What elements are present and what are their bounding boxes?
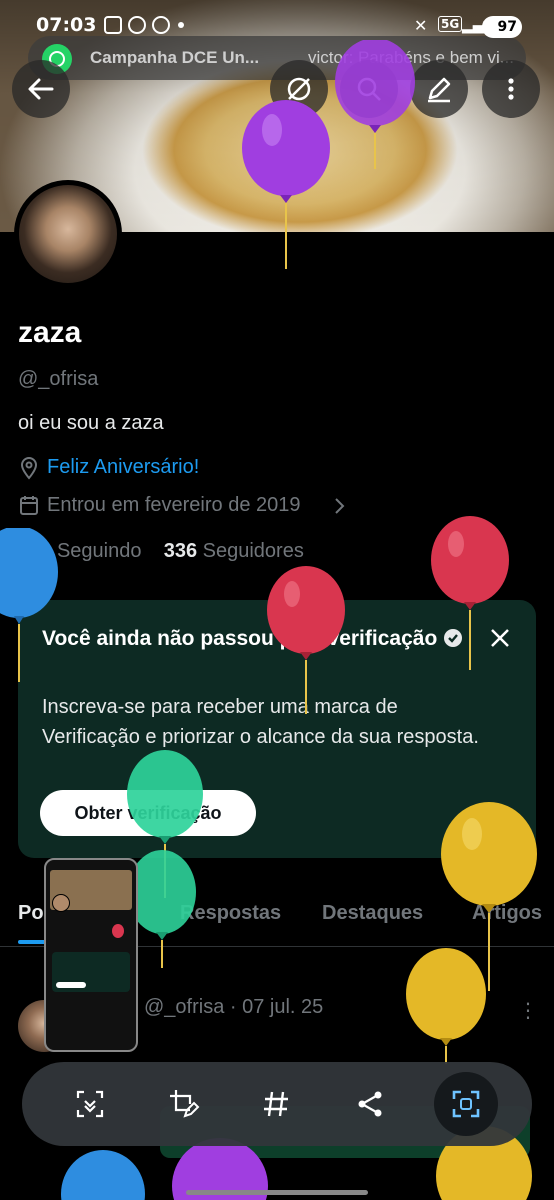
hashtag-button[interactable] bbox=[254, 1082, 298, 1126]
location-icon bbox=[20, 456, 38, 480]
back-button[interactable] bbox=[12, 60, 70, 118]
followers-count: 336 bbox=[163, 540, 198, 562]
status-bar: 07:03 ✕ 5G ▂▄▆ 97 bbox=[0, 0, 554, 44]
balloon-purple-decoration bbox=[242, 100, 330, 269]
notification-title: Campanha DCE Un... bbox=[90, 48, 260, 67]
scroll-capture-icon bbox=[76, 1090, 104, 1118]
share-button[interactable] bbox=[348, 1082, 392, 1126]
scroll-capture-button[interactable] bbox=[68, 1082, 112, 1126]
share-icon bbox=[358, 1091, 382, 1117]
battery-level: 97 bbox=[482, 16, 522, 38]
dot-icon bbox=[178, 22, 184, 28]
verification-body: Inscreva-se para receber uma marca de Ve… bbox=[42, 696, 479, 748]
smart-select-icon bbox=[452, 1090, 480, 1118]
more-vertical-icon bbox=[508, 78, 514, 100]
crop-edit-icon bbox=[170, 1090, 200, 1118]
status-time: 07:03 bbox=[36, 14, 97, 36]
balloon-blue-decoration bbox=[61, 1150, 145, 1200]
following-label: Seguindo bbox=[56, 540, 142, 562]
balloon-purple-decoration bbox=[335, 40, 415, 169]
edit-icon bbox=[428, 77, 451, 103]
balloon-red-decoration bbox=[267, 566, 345, 714]
avatar-photo bbox=[19, 185, 117, 283]
profile-bio: oi eu sou a zaza bbox=[18, 412, 164, 434]
balloon-red-decoration bbox=[431, 516, 509, 670]
post-more-icon[interactable]: ⋮ bbox=[518, 998, 538, 1022]
profile-name: zaza bbox=[18, 316, 82, 349]
screenshot-toolbar bbox=[22, 1062, 532, 1146]
post-meta: @_ofrisa · 07 jul. 25 bbox=[144, 996, 324, 1018]
mute-icon: ✕ bbox=[414, 16, 428, 35]
screenshot-preview[interactable] bbox=[44, 858, 138, 1052]
profile-location[interactable]: Feliz Aniversário! bbox=[47, 456, 199, 479]
screenshot-icon bbox=[104, 16, 122, 34]
more-button[interactable] bbox=[482, 60, 540, 118]
crop-edit-button[interactable] bbox=[162, 1082, 206, 1126]
calendar-icon bbox=[20, 496, 38, 515]
followers-label: Seguidores bbox=[202, 540, 304, 562]
profile-joined: Entrou em fevereiro de 2019 bbox=[47, 494, 301, 516]
tab-highlights[interactable]: Destaques bbox=[322, 902, 423, 925]
back-arrow-icon bbox=[28, 78, 54, 100]
whatsapp-status-icon bbox=[128, 16, 146, 34]
gesture-nav-bar[interactable] bbox=[186, 1190, 368, 1195]
hashtag-icon bbox=[264, 1091, 288, 1117]
network-type: 5G bbox=[438, 16, 463, 32]
profile-handle: @_ofrisa bbox=[18, 368, 99, 390]
verification-title: Você ainda não passou pela verificação bbox=[42, 624, 472, 653]
followers-link[interactable]: 336 Seguidores bbox=[164, 540, 304, 562]
balloon-yellow-decoration bbox=[406, 948, 486, 1064]
profile-avatar[interactable] bbox=[14, 180, 122, 288]
smart-select-button[interactable] bbox=[434, 1072, 498, 1136]
chevron-right-icon[interactable] bbox=[332, 496, 346, 516]
balloon-blue-decoration bbox=[0, 528, 58, 682]
whatsapp-status-icon bbox=[152, 16, 170, 34]
